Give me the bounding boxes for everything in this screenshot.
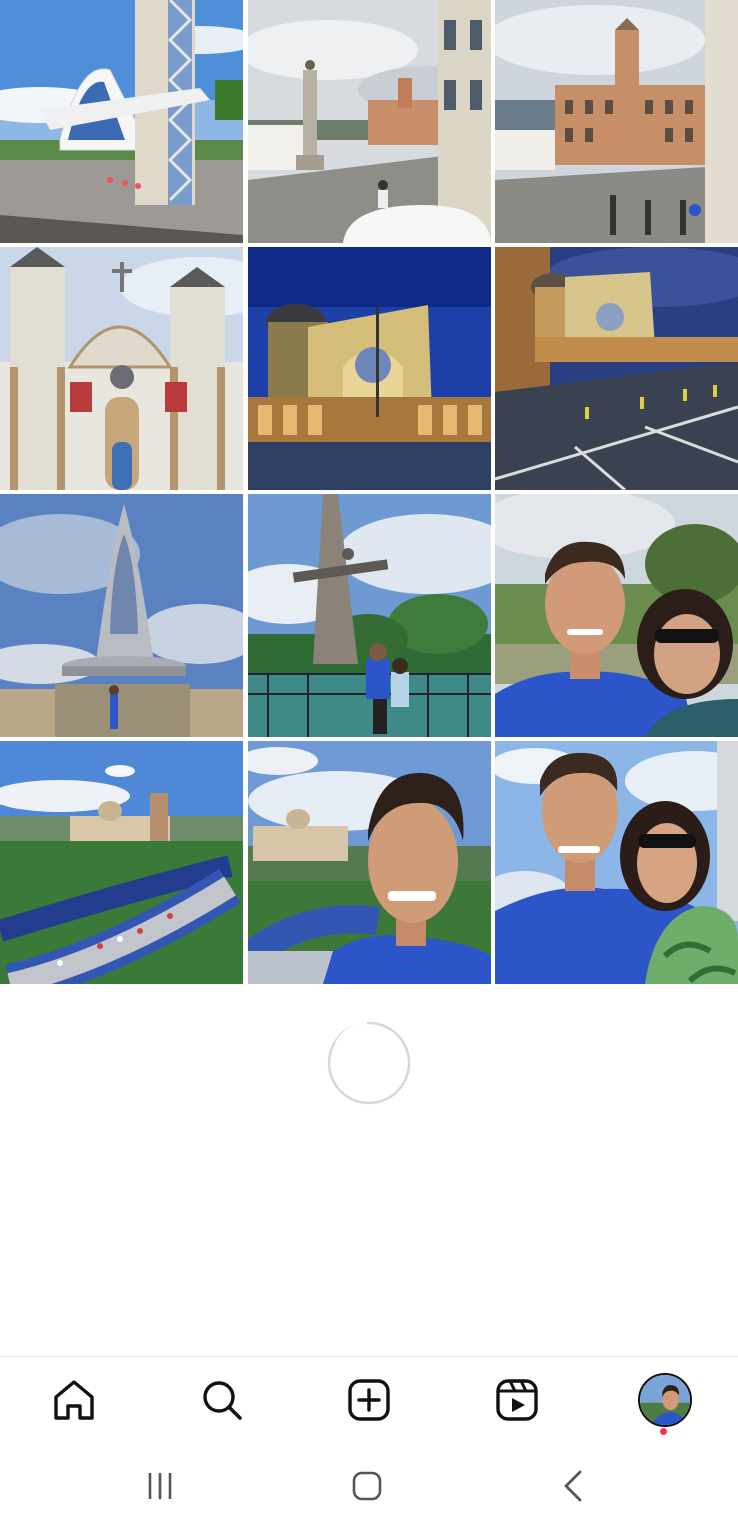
- photo-man-selfie-basilica: [247, 741, 491, 984]
- photo-tower-sculpture: [247, 494, 491, 737]
- home-button-icon[interactable]: [345, 1464, 389, 1508]
- post-thumbnail-5[interactable]: [247, 247, 491, 490]
- recent-apps-icon[interactable]: [138, 1464, 182, 1508]
- post-thumbnail-7[interactable]: [0, 494, 243, 737]
- post-thumbnail-12[interactable]: [495, 741, 738, 984]
- search-icon[interactable]: [197, 1375, 247, 1425]
- system-navigation-bar: [0, 1442, 738, 1529]
- post-thumbnail-2[interactable]: [247, 0, 491, 243]
- photo-walkway-aerial: [0, 741, 243, 984]
- post-thumbnail-9[interactable]: [495, 494, 738, 737]
- photo-modern-chapel: [0, 0, 243, 243]
- back-icon[interactable]: [552, 1464, 596, 1508]
- post-thumbnail-4[interactable]: [0, 247, 243, 490]
- bottom-navigation-bar: [0, 1356, 738, 1443]
- profile-avatar[interactable]: [638, 1373, 692, 1427]
- loading-spinner-icon: [327, 1021, 411, 1105]
- photo-couple-selfie-sky: [495, 741, 738, 984]
- post-thumbnail-6[interactable]: [495, 247, 738, 490]
- profile-notification-dot: [660, 1428, 667, 1435]
- post-thumbnail-3[interactable]: [495, 0, 738, 243]
- post-thumbnail-8[interactable]: [247, 494, 491, 737]
- home-icon[interactable]: [49, 1375, 99, 1425]
- post-thumbnail-11[interactable]: [247, 741, 491, 984]
- create-post-icon[interactable]: [344, 1375, 394, 1425]
- post-thumbnail-1[interactable]: [0, 0, 243, 243]
- photo-colonial-museum: [495, 0, 738, 243]
- post-thumbnail-10[interactable]: [0, 741, 243, 984]
- reels-icon[interactable]: [492, 1375, 542, 1425]
- photo-statue-mantle: [0, 494, 243, 737]
- photo-town-square: [247, 0, 491, 243]
- photo-baroque-church: [0, 247, 243, 490]
- posts-grid: [0, 0, 738, 984]
- photo-basilica-plaza: [495, 247, 738, 490]
- photo-couple-selfie-garden: [495, 494, 738, 737]
- photo-basilica-night: [247, 247, 491, 490]
